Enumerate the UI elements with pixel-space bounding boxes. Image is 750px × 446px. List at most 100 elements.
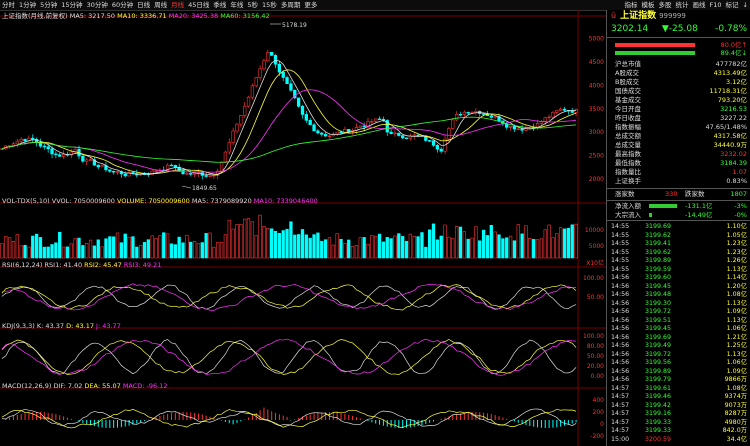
flow-pct: -3% [734,202,747,210]
volume-bar [312,234,316,259]
volume-bar [555,233,559,259]
volume-bar [427,229,432,259]
axis-tick-label: 0.00 [591,373,605,380]
stat-value: 3227.22 [720,114,747,122]
volume-bar [331,244,335,259]
volume-bar [208,232,212,259]
candle-body [427,140,432,142]
stat-row: 最低指数 3184.39 [607,159,750,167]
tick-price: 3199.42 [645,401,672,409]
candle-body [285,77,289,84]
period-tab-7[interactable]: 周线 [152,0,169,10]
toolbar-menu-0[interactable]: 指标 [623,0,640,10]
period-tab-1[interactable]: 1分钟 [17,0,38,10]
period-tab-4[interactable]: 30分钟 [85,0,110,10]
tick-amount: 1.06亿 [726,325,747,332]
toolbar-menu-5[interactable]: F10 [708,0,724,10]
stat-value: 3216.53 [720,105,747,113]
tick-price: 3199.49 [645,342,672,349]
volume-bar [381,241,386,259]
candle-body [169,164,174,167]
ma60-label: MA60: 3156.42 [220,12,270,20]
candle-body [231,130,235,143]
candle-body [50,148,54,155]
volume-bar [470,237,474,259]
period-tab-9[interactable]: 45日线 [186,0,211,10]
volume-bar [58,231,62,259]
security-header[interactable]: ŭ 上证指数 999999 [607,10,750,22]
tick-row: 15:00 3200.59 34.4亿 [607,436,750,444]
volume-bar [277,233,282,259]
tick-row: 14:55 3199.62 1.05亿 [607,232,750,240]
candle-body [289,83,293,91]
indicator-line [1,408,577,429]
period-tab-14[interactable]: 多周期 [279,0,303,10]
tick-time: 14:57 [611,401,630,409]
tick-row: 14:56 3199.51 1.13亿 [607,317,750,325]
volume-bar [254,235,258,259]
axis-tick-label: 0 [600,421,604,428]
candle-body [505,123,509,128]
vvol-label: VVOL: 7050009600 [51,197,115,205]
flow-row: 净流入额 -131.1亿 -3% [607,202,750,210]
axis-tick-label: 4000 [589,82,604,89]
volume-bar [200,242,204,259]
period-tab-15[interactable]: 更多 [302,0,319,10]
candle-body [31,137,35,140]
period-tab-11[interactable]: 年线 [228,0,245,10]
kline-chart-canvas[interactable]: 5000450040003500300025002000100005000X10… [0,10,606,446]
volume-bar [354,245,359,259]
period-tab-12[interactable]: 5秒 [245,0,260,10]
tick-row: 14:56 3199.79 9866万 [607,376,750,384]
volume-bar [77,237,81,259]
period-tab-3[interactable]: 15分钟 [59,0,84,10]
candle-body [42,145,46,148]
stat-value: 793.20亿 [717,96,747,104]
period-tab-2[interactable]: 5分钟 [38,0,59,10]
volume-bar [4,236,8,259]
stat-label: 今日开盘 [615,105,641,113]
volume-bar [454,225,459,259]
buy-bar-fill [615,43,695,47]
period-tab-5[interactable]: 60分钟 [110,0,135,10]
axis-tick-label: 80.00 [587,343,604,350]
toolbar-menu-7[interactable]: ↓ [741,0,750,10]
tick-price: 3200.59 [645,435,672,443]
candle-body [270,52,274,56]
period-tab-10[interactable]: 季线 [211,0,228,10]
toolbar-menu-1[interactable]: 模板 [640,0,657,10]
stat-label: 国债成交 [615,87,641,95]
toolbar-menu-3[interactable]: 统计 [674,0,691,10]
period-tab-0[interactable]: 分时 [0,0,17,10]
volume-bar [7,237,12,259]
volume-bar [104,238,108,259]
volume-bar [38,237,43,259]
candle-body [574,109,578,113]
volume-bar [239,224,243,259]
stat-label: 基金成交 [615,96,641,104]
toolbar-menu-6[interactable]: 标记 [724,0,741,10]
volume-bar [61,246,66,259]
candle-body [508,125,513,128]
volume-bar [42,246,46,259]
volume-bar [281,230,285,259]
candle-body [312,124,316,132]
tick-amount: 1.13亿 [726,350,747,358]
period-tab-13[interactable]: 15秒 [260,0,279,10]
period-tab-6[interactable]: 日线 [135,0,152,10]
volume-bar [489,224,493,259]
price-quote: 3202.14 ▼-25.08 -0.78% [607,23,750,35]
tick-row: 14:57 3199.46 9374万 [607,393,750,401]
candle-body [481,113,486,115]
vol-legend: VOL-TDX(5,10) VVOL: 7050009600 VOLUME: 7… [2,197,318,205]
tick-price: 3199.41 [645,240,672,247]
toolbar-menu-2[interactable]: 多股 [657,0,674,10]
toolbar-menu-4[interactable]: 画线 [691,0,708,10]
tick-time: 14:56 [611,367,630,375]
volume-bar [46,246,50,259]
volume-bar [31,235,35,259]
divider [607,220,750,221]
tick-amount: 1.08亿 [726,384,747,392]
period-tab-8[interactable]: 月线 [169,0,186,10]
volume-bar [323,239,328,259]
